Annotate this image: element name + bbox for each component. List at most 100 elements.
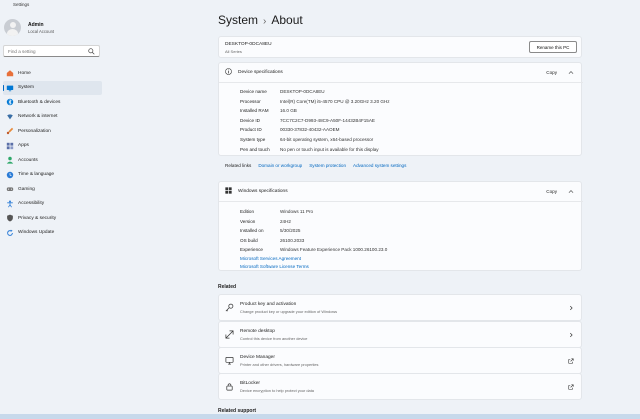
sidebar-item-label: Personalization [18,128,51,134]
profile-name: Admin [28,21,44,28]
related-item-title: Product key and activation [240,302,297,307]
accessibility-icon [6,200,14,208]
spec-row: Device ID 7CC7C2C7-D993-48C9-A50F-14432B4… [240,117,375,123]
sidebar-item-system[interactable]: System [3,80,102,95]
windows-spec-list: Edition Windows 11 Pro Version 24H2 Instal… [240,207,387,271]
taskbar [0,414,640,419]
sidebar-item-time-language[interactable]: Time & language [3,168,102,183]
sidebar-item-label: Home [18,70,31,76]
link-microsoft-software-license-terms[interactable]: Microsoft Software License Terms [240,263,387,271]
chevron-up-icon[interactable] [568,189,574,194]
sidebar-item-personalization[interactable]: Personalization [3,124,102,139]
windows-logo-icon [225,187,232,196]
related-remote-desktop[interactable]: Remote desktop Control this device from … [218,321,582,348]
breadcrumb-system[interactable]: System [218,13,258,27]
sidebar-item-windows-update[interactable]: Windows Update [3,226,102,241]
related-heading: Related [218,284,237,290]
spec-row: Edition Windows 11 Pro [240,209,314,214]
sidebar-item-bluetooth[interactable]: Bluetooth & devices [3,95,102,110]
sidebar: Admin Local Account Home System Bluetoot… [0,9,210,419]
search-input[interactable] [8,48,88,54]
windows-specifications-card: Windows specifications Copy Edition Windo… [218,181,583,271]
device-specifications-header[interactable]: Device specifications Copy [219,63,581,82]
page-title: System › About [218,13,303,27]
related-item-desc: Change product key or upgrade your editi… [240,309,338,314]
sidebar-item-label: Network & internet [18,114,58,120]
brush-icon [6,127,14,135]
pc-model: All Series [225,49,242,54]
spec-row: Product ID 00330-37832-40432-AAOEM [240,127,340,133]
sidebar-item-privacy-security[interactable]: Privacy & security [3,211,102,226]
sidebar-nav: Home System Bluetooth & devices Network … [3,66,102,240]
sidebar-item-accessibility[interactable]: Accessibility [3,197,102,212]
user-profile[interactable]: Admin Local Account [4,19,54,36]
sidebar-item-label: Accounts [18,157,38,163]
link-microsoft-services-agreement[interactable]: Microsoft Services Agreement [240,255,387,263]
sidebar-item-accounts[interactable]: Accounts [3,153,102,168]
spec-row: Pen and touch No pen or touch input is av… [240,146,379,152]
copy-button[interactable]: Copy [546,189,557,194]
spec-row: Device name DESKTOP-0DCA8EU [240,89,325,94]
related-item-desc: Control this device from another device [240,336,308,341]
external-link-icon [568,384,574,390]
spec-row: OS build 26100.2033 [240,237,305,243]
window-title: Settings [13,2,30,7]
related-item-title: Device Manager [240,355,275,360]
home-icon [6,69,14,77]
related-item-desc: Printer and other drivers, hardware prop… [240,362,319,367]
external-link-icon [568,358,574,364]
chevron-right-icon [568,305,574,311]
section-title: Device specifications [238,70,283,75]
chevron-right-icon: › [263,16,267,27]
spec-row: Version 24H2 [240,218,291,224]
chevron-up-icon[interactable] [568,70,574,75]
related-device-manager[interactable]: Device Manager Printer and other drivers… [218,347,582,374]
apps-icon [6,142,14,150]
link-domain-or-workgroup[interactable]: Domain or workgroup [258,163,302,168]
sidebar-item-label: Accessibility [18,201,45,207]
device-spec-list: Device name DESKTOP-0DCA8EU Processor Inte… [240,87,390,154]
bitlocker-icon [225,382,234,391]
time-icon [6,171,14,179]
system-icon [6,84,14,92]
section-title: Windows specifications [238,189,288,194]
sidebar-item-gaming[interactable]: Gaming [3,182,102,197]
related-item-title: Remote desktop [240,329,275,334]
spec-row: Processor Intel(R) Core(TM) i5-4570 CPU @… [240,98,390,104]
network-icon [6,113,14,121]
spec-row: Installed on 5/30/2025 [240,228,301,234]
link-system-protection[interactable]: System protection [309,163,346,168]
windows-specifications-header[interactable]: Windows specifications Copy [219,182,581,201]
search-icon[interactable] [88,47,95,55]
shield-icon [6,214,14,222]
sidebar-item-label: Apps [18,143,29,149]
sidebar-item-label: Time & language [18,172,55,178]
sidebar-item-network[interactable]: Network & internet [3,110,102,125]
device-manager-icon [225,356,234,365]
related-product-key[interactable]: Product key and activation Change produc… [218,294,582,321]
breadcrumb-about: About [271,13,303,27]
spec-row: System type 64-bit operating system, x64-… [240,136,374,142]
search-box[interactable] [3,45,100,57]
related-bitlocker[interactable]: BitLocker Device encryption to help prot… [218,373,582,400]
rename-pc-button[interactable]: Rename this PC [529,41,577,53]
pc-name: DESKTOP-0DCA8EU [225,42,272,47]
key-icon [225,303,234,312]
copy-button[interactable]: Copy [546,70,557,75]
sidebar-item-apps[interactable]: Apps [3,139,102,154]
remote-desktop-icon [225,330,234,339]
related-item-desc: Device encryption to help protect your d… [240,388,314,393]
link-advanced-system-settings[interactable]: Advanced system settings [353,163,406,168]
gaming-icon [6,185,14,193]
sidebar-item-home[interactable]: Home [3,66,102,81]
sidebar-item-label: Privacy & security [18,215,57,221]
related-links: Related links Domain or workgroup System… [225,163,406,168]
related-item-title: BitLocker [240,381,260,386]
device-specifications-card: Device specifications Copy Device name DE… [218,62,583,156]
update-icon [6,229,14,237]
chevron-right-icon [568,332,574,338]
sidebar-item-label: System [18,85,34,91]
spec-row: Installed RAM 16.0 GB [240,108,297,114]
spec-row: Experience Windows Feature Experience Pac… [240,247,388,253]
sidebar-item-label: Gaming [18,186,35,192]
